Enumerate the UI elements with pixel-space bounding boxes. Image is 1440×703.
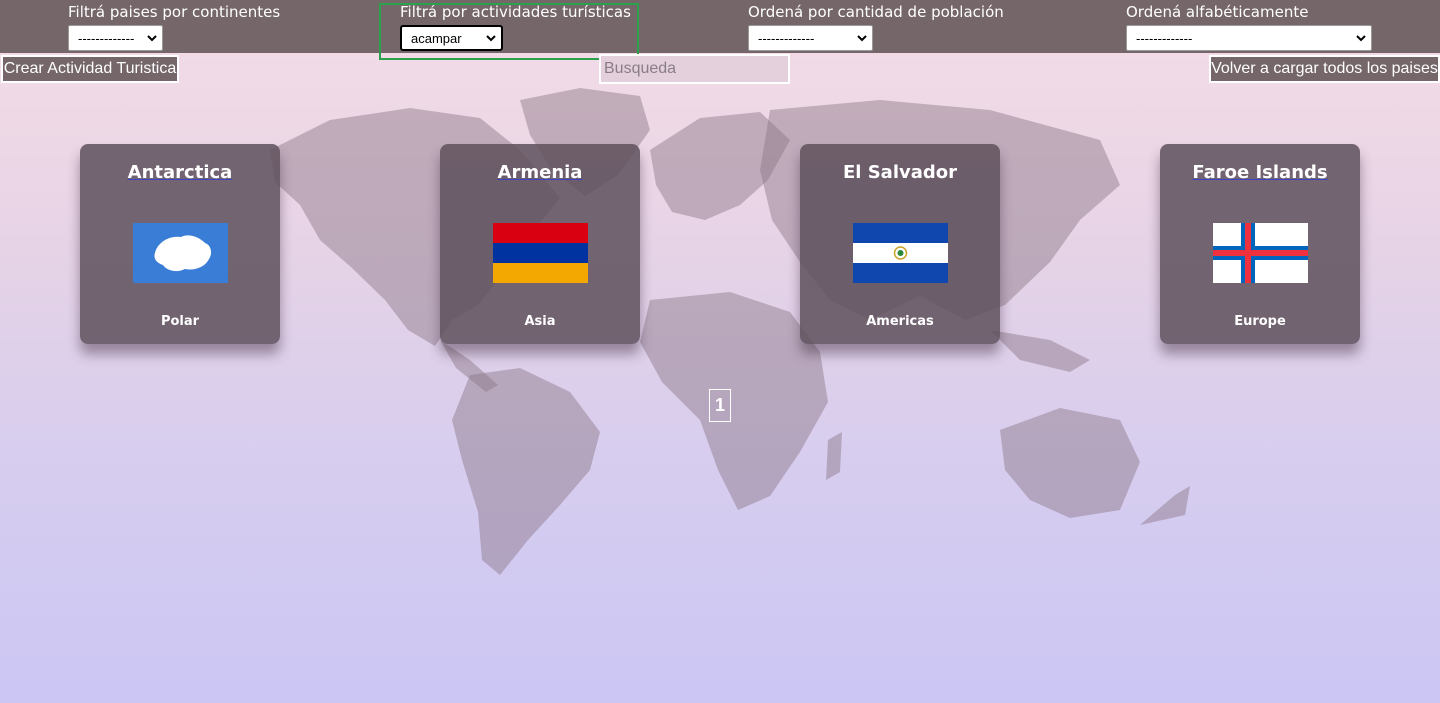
continent-select-value: ------------- — [78, 30, 135, 46]
page-button[interactable]: 1 — [709, 389, 731, 422]
country-continent: Americas — [866, 314, 934, 329]
country-name[interactable]: Faroe Islands — [1160, 162, 1360, 183]
country-continent: Polar — [160, 314, 200, 329]
chevron-down-icon — [1356, 35, 1366, 42]
activity-filter: Filtrá por actividades turísticas acampa… — [400, 4, 631, 51]
alphabetical-sort-label: Ordená alfabéticamente — [1126, 3, 1309, 21]
country-card[interactable]: Faroe Islands Europe — [1160, 144, 1360, 344]
faroe-islands-flag-icon — [1213, 223, 1308, 283]
activity-filter-label: Filtrá por actividades turísticas — [400, 3, 631, 21]
country-continent: Europe — [1234, 314, 1286, 329]
el-salvador-flag-icon — [853, 223, 948, 283]
alphabetical-sort: Ordená alfabéticamente ------------- — [1126, 4, 1372, 51]
chevron-down-icon — [486, 35, 496, 42]
armenia-flag-icon — [493, 223, 588, 283]
country-card[interactable]: Armenia Asia — [440, 144, 640, 344]
country-name[interactable]: Antarctica — [80, 162, 280, 183]
country-card[interactable]: Antarctica Polar — [80, 144, 280, 344]
continent-select[interactable]: ------------- — [68, 25, 163, 51]
search-input[interactable] — [599, 54, 790, 84]
continent-filter-label: Filtrá paises por continentes — [68, 3, 281, 21]
chevron-down-icon — [857, 35, 867, 42]
country-continent: Asia — [524, 314, 556, 329]
reload-countries-button[interactable]: Volver a cargar todos los paises — [1209, 55, 1440, 83]
filter-toolbar: Filtrá paises por continentes ----------… — [0, 0, 1440, 53]
create-activity-button[interactable]: Crear Actividad Turistica — [1, 55, 179, 83]
world-map-background — [270, 88, 1190, 575]
country-name[interactable]: Armenia — [440, 162, 640, 183]
country-card[interactable]: El Salvador Americas — [800, 144, 1000, 344]
antarctica-flag-icon — [133, 223, 228, 283]
alphabetical-select-value: ------------- — [1136, 30, 1193, 46]
activity-select[interactable]: acampar — [400, 25, 503, 51]
population-sort: Ordená por cantidad de población -------… — [748, 4, 1004, 51]
country-name[interactable]: El Salvador — [800, 162, 1000, 183]
population-sort-label: Ordená por cantidad de población — [748, 3, 1004, 21]
alphabetical-select[interactable]: ------------- — [1126, 25, 1372, 51]
continent-filter: Filtrá paises por continentes ----------… — [68, 4, 280, 51]
population-select[interactable]: ------------- — [748, 25, 873, 51]
activity-select-value: acampar — [411, 30, 462, 46]
population-select-value: ------------- — [758, 30, 815, 46]
chevron-down-icon — [147, 35, 157, 42]
